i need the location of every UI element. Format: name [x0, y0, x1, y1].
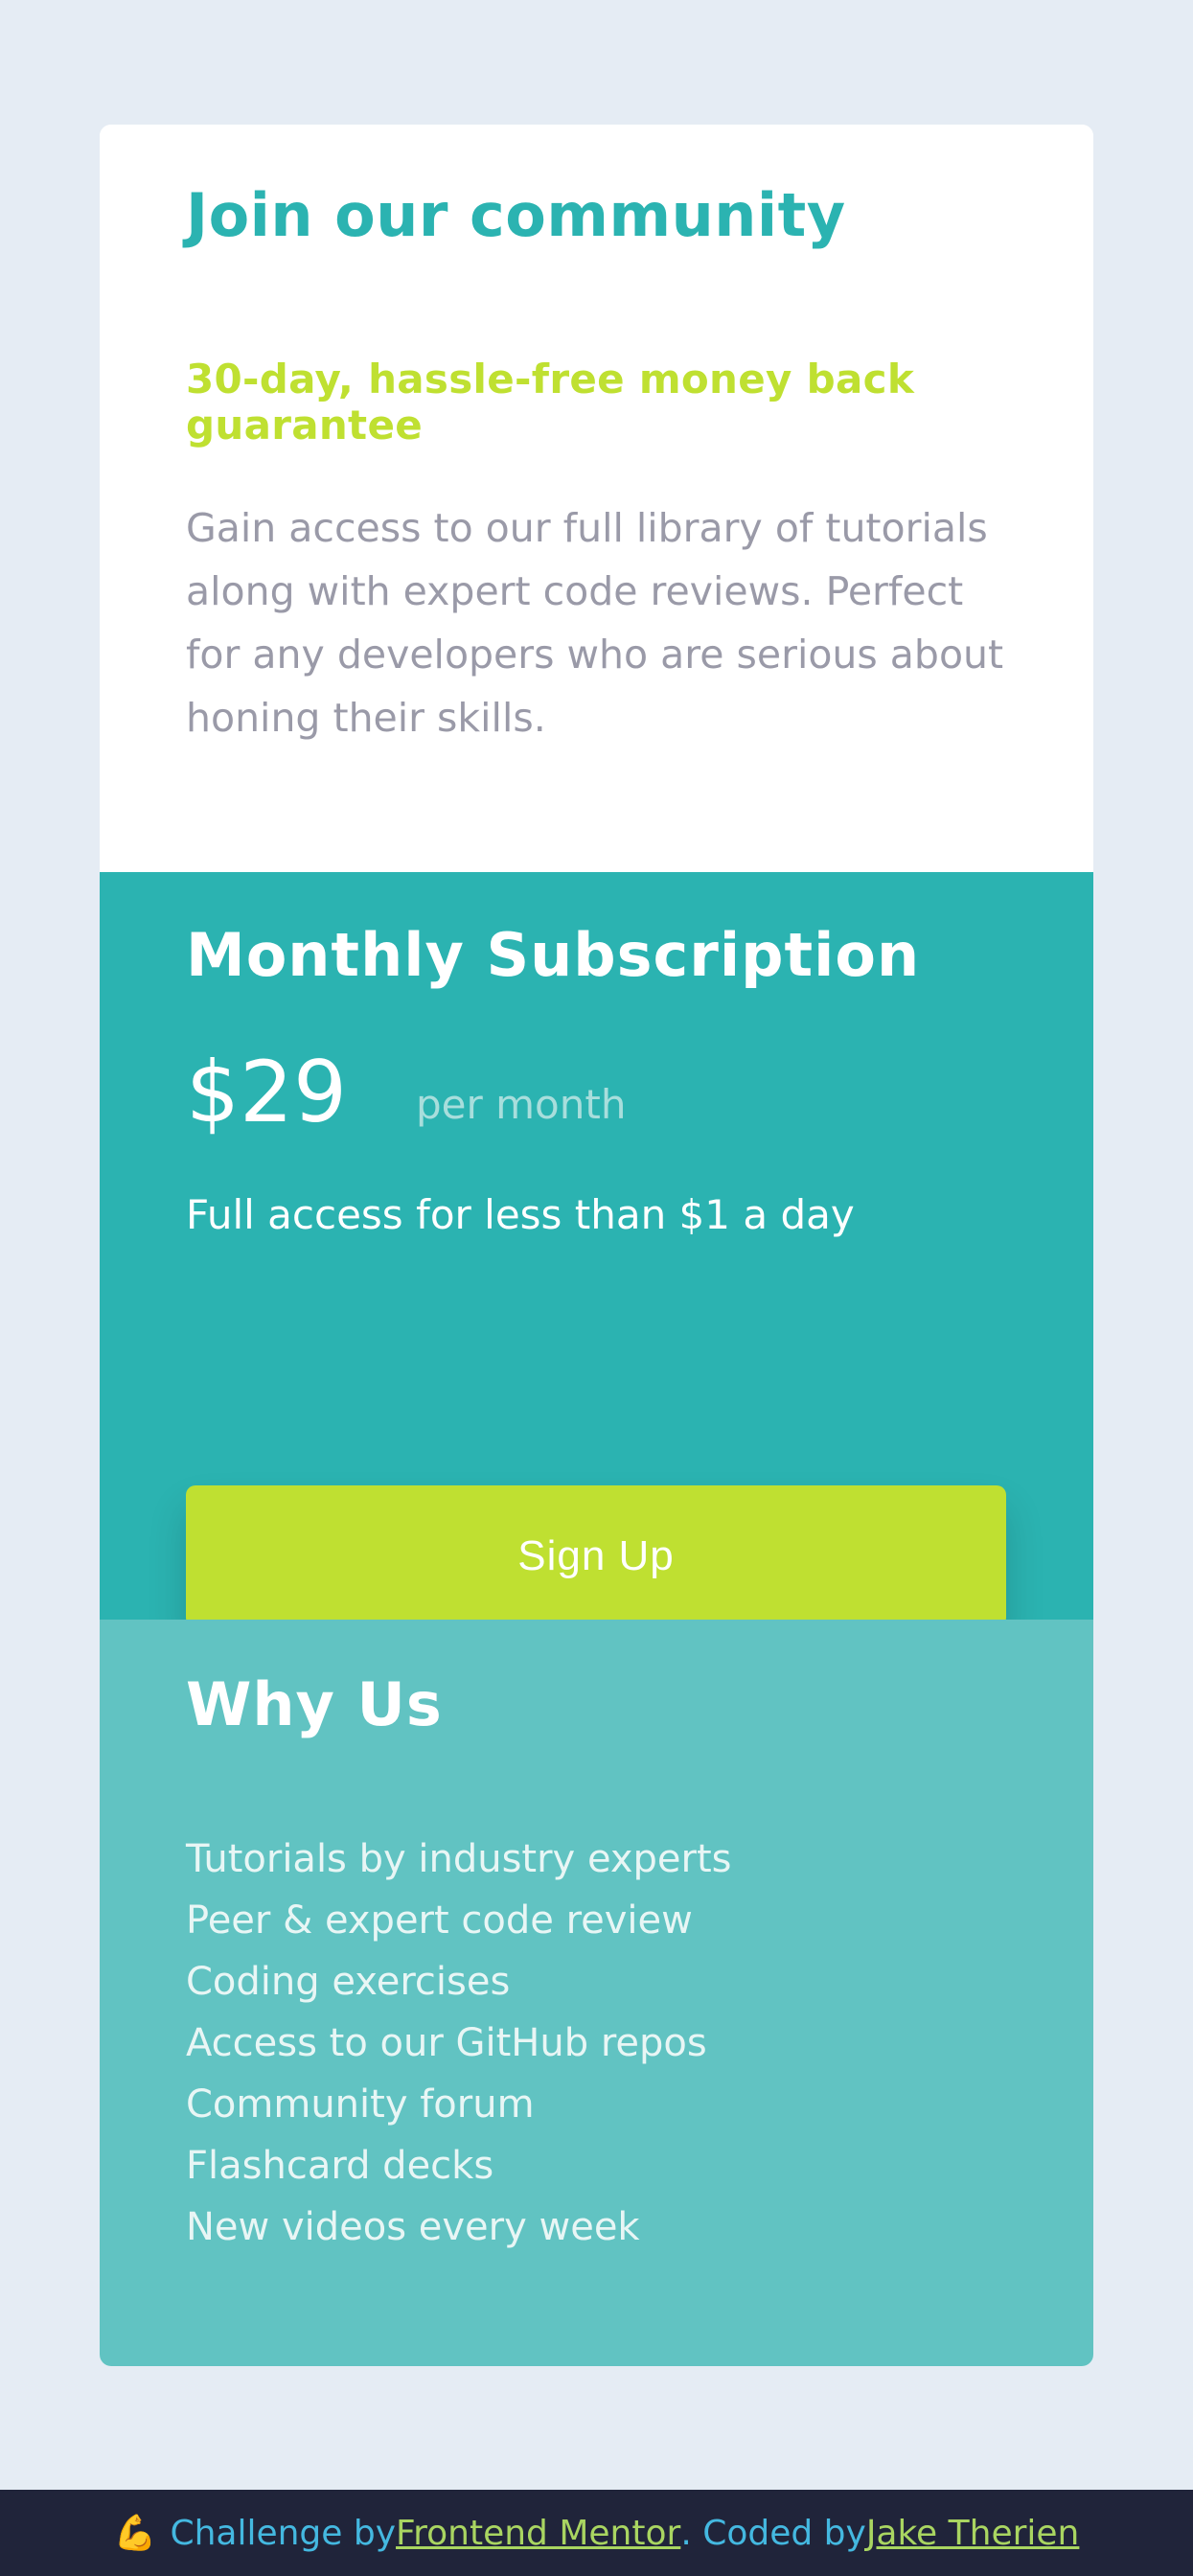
price-value: $29: [186, 1043, 347, 1141]
page-title: Join our community: [186, 180, 846, 250]
list-item: Access to our GitHub repos: [186, 2021, 707, 2065]
list-item: New videos every week: [186, 2205, 640, 2249]
flexed-arm-icon: 💪: [113, 2514, 157, 2553]
sign-up-button[interactable]: Sign Up: [186, 1485, 1006, 1627]
price-period: per month: [416, 1081, 627, 1128]
author-link[interactable]: Jake Therien: [866, 2514, 1080, 2553]
list-item: Community forum: [186, 2082, 535, 2127]
access-note: Full access for less than $1 a day: [186, 1191, 855, 1238]
description-text: Gain access to our full library of tutor…: [186, 505, 1004, 741]
attribution-footer: 💪 Challenge by Frontend Mentor . Coded b…: [0, 2490, 1193, 2576]
coded-prefix: . Coded by: [680, 2513, 866, 2553]
list-item: Flashcard decks: [186, 2144, 494, 2188]
community-section: Join our community 30-day, hassle-free m…: [100, 125, 1093, 872]
list-item: Coding exercises: [186, 1960, 511, 2004]
subscription-section: Monthly Subscription $29 per month Full …: [100, 872, 1093, 1627]
pricing-card: Join our community 30-day, hassle-free m…: [100, 125, 1093, 2366]
list-item: Tutorials by industry experts: [186, 1837, 732, 1881]
why-us-section: Why Us Tutorials by industry experts Pee…: [100, 1620, 1093, 2366]
frontend-mentor-link[interactable]: Frontend Mentor: [396, 2514, 680, 2553]
list-item: Peer & expert code review: [186, 1898, 693, 1943]
subscription-title: Monthly Subscription: [186, 920, 921, 990]
guarantee-text: 30-day, hassle-free money back guarantee: [186, 356, 915, 448]
why-us-list: Tutorials by industry experts Peer & exp…: [186, 1828, 732, 2258]
why-us-title: Why Us: [186, 1669, 443, 1739]
challenge-prefix: Challenge by: [170, 2513, 397, 2553]
